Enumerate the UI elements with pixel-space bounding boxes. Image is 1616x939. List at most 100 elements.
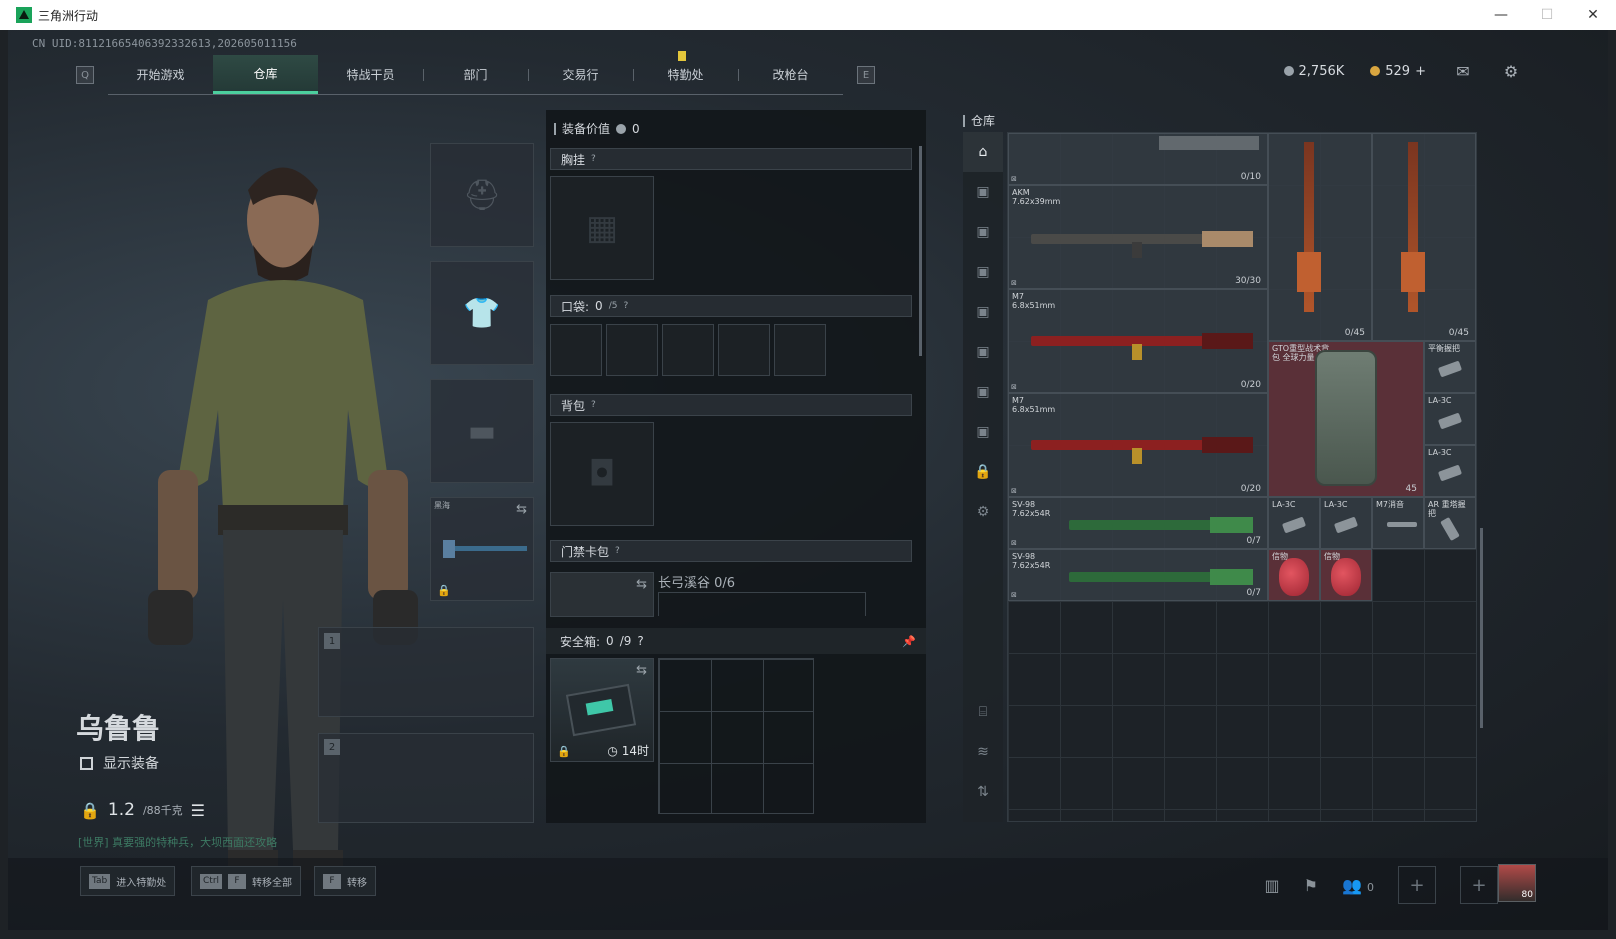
- keycard-case-slot[interactable]: ⇆: [550, 572, 654, 617]
- tab-trading[interactable]: 交易行: [528, 55, 633, 94]
- tab-gunsmith[interactable]: 改枪台: [738, 55, 843, 94]
- ar-grip-item[interactable]: AR 重塔握把: [1424, 497, 1476, 549]
- next-tab-key[interactable]: E: [857, 66, 875, 84]
- primary-weapon-slot-1[interactable]: 1: [318, 627, 534, 717]
- tab-operators[interactable]: 特战干员: [318, 55, 423, 94]
- silver-currency: 2,756K: [1283, 64, 1344, 79]
- backpack-slot[interactable]: ◘: [550, 422, 654, 526]
- la3c-item[interactable]: LA-3C: [1424, 445, 1476, 497]
- warehouse-page-2-icon[interactable]: ▣: [963, 212, 1003, 252]
- add-teammate-button[interactable]: +: [1398, 866, 1436, 904]
- pin-icon[interactable]: 📌: [902, 635, 916, 648]
- armor-slot[interactable]: 👕: [430, 261, 534, 365]
- pistol-slot[interactable]: ▬: [430, 379, 534, 483]
- sv98-item[interactable]: SV-98 7.62x54R ⊠ 0/7: [1008, 549, 1268, 601]
- mail-icon[interactable]: ✉: [1452, 62, 1474, 81]
- la3c-item[interactable]: LA-3C: [1268, 497, 1320, 549]
- pocket-slot[interactable]: [718, 324, 770, 376]
- help-icon[interactable]: ?: [637, 634, 643, 648]
- help-icon[interactable]: ?: [591, 154, 596, 164]
- key-ctrl: Ctrl: [200, 873, 223, 889]
- transfer-hint[interactable]: F 转移: [314, 866, 376, 896]
- tab-start-game[interactable]: 开始游戏: [108, 55, 213, 94]
- prev-tab-key[interactable]: Q: [76, 66, 94, 84]
- primary-weapon-slot-2[interactable]: 2: [318, 733, 534, 823]
- safe-box-grid[interactable]: [658, 658, 814, 814]
- grip-item[interactable]: 平衡握把: [1424, 341, 1476, 393]
- friends-icon[interactable]: 👥 0: [1342, 876, 1374, 895]
- help-icon[interactable]: ?: [591, 400, 596, 410]
- sv98-item[interactable]: SV-98 7.62x54R ⊠ 0/7: [1008, 497, 1268, 549]
- rifle-icon: [1289, 142, 1329, 322]
- world-chat-line[interactable]: [世界] 真要强的特种兵，大坝西面还攻略: [78, 834, 277, 850]
- help-icon[interactable]: ?: [615, 546, 620, 556]
- swap-icon[interactable]: ⇆: [636, 663, 647, 678]
- m7-suppressor-item[interactable]: M7消音: [1372, 497, 1424, 549]
- stats-chart-icon[interactable]: ▥: [1265, 876, 1280, 895]
- token-mask-item[interactable]: 信物: [1320, 549, 1372, 601]
- add-gold-button[interactable]: +: [1415, 64, 1426, 79]
- warehouse-scrollbar[interactable]: [1480, 528, 1483, 728]
- warehouse-settings-icon[interactable]: ⚙: [963, 492, 1003, 532]
- settings-gear-icon[interactable]: ⚙: [1500, 62, 1522, 81]
- warehouse-page-3-icon[interactable]: ▣: [963, 252, 1003, 292]
- warehouse-page-4-icon[interactable]: ▣: [963, 292, 1003, 332]
- swap-icon[interactable]: ⇆: [636, 577, 647, 592]
- flag-icon[interactable]: ⚑: [1304, 876, 1318, 895]
- m7-item[interactable]: M7 6.8x51mm ⊠ 0/20: [1008, 393, 1268, 497]
- gto-backpack-item[interactable]: GTO重型战术背包 全球力量 45: [1268, 341, 1424, 497]
- helmet-slot[interactable]: ⛑: [430, 143, 534, 247]
- list-icon[interactable]: ☰: [191, 801, 205, 820]
- player-avatar[interactable]: 80: [1498, 864, 1536, 902]
- enter-special-ops-hint[interactable]: Tab 进入特勤处: [80, 866, 176, 896]
- rifle-item[interactable]: ⊠ 0/10: [1008, 133, 1268, 185]
- warehouse-grid[interactable]: ⊠ 0/10 AKM 7.62x39mm ⊠ 30/30 0/45 0/45 M7…: [1007, 132, 1477, 822]
- item-name: M7消音: [1376, 500, 1404, 509]
- m7-label: M7 6.8x51mm: [1012, 396, 1055, 414]
- warehouse-all-tab-icon[interactable]: ⌂: [963, 132, 1003, 172]
- help-icon[interactable]: ?: [623, 301, 628, 311]
- transfer-all-hint[interactable]: Ctrl F 转移全部: [191, 866, 302, 896]
- item-tag-icon: ⊠: [1011, 175, 1017, 183]
- minimize-button[interactable]: —: [1478, 0, 1524, 30]
- pocket-slot[interactable]: [662, 324, 714, 376]
- warehouse-page-7-icon[interactable]: ▣: [963, 412, 1003, 452]
- warehouse-sort-icon[interactable]: ⇅: [963, 772, 1003, 812]
- laser-icon: [1437, 412, 1463, 430]
- gear-scrollbar[interactable]: [919, 146, 922, 356]
- safe-box-item[interactable]: ⇆ 🔒 ◷ 14时: [550, 658, 654, 762]
- tab-warehouse[interactable]: 仓库: [213, 55, 318, 94]
- add-teammate-button[interactable]: +: [1460, 866, 1498, 904]
- pocket-slot[interactable]: [606, 324, 658, 376]
- show-equipment-checkbox[interactable]: [80, 756, 93, 770]
- la3c-item[interactable]: LA-3C: [1320, 497, 1372, 549]
- warehouse-page-5-icon[interactable]: ▣: [963, 332, 1003, 372]
- top-right-bar: 2,756K 529 + ✉ ⚙: [1283, 62, 1522, 81]
- m7-item[interactable]: M7 6.8x51mm ⊠ 0/20: [1008, 289, 1268, 393]
- vertical-rifle-item[interactable]: 0/45: [1268, 133, 1372, 341]
- weight-capacity: 🔒 1.2/88千克 ☰: [80, 800, 205, 820]
- show-equipment-toggle[interactable]: 显示装备: [80, 753, 159, 773]
- gold-currency[interactable]: 529 +: [1370, 64, 1426, 79]
- item-name: LA-3C: [1428, 448, 1452, 457]
- vertical-rifle-item[interactable]: 0/45: [1372, 133, 1476, 341]
- melee-slot[interactable]: 黑海 ⇆ 🔒: [430, 497, 534, 601]
- maximize-button[interactable]: ☐: [1524, 0, 1570, 30]
- vest-icon: ▦: [585, 208, 619, 248]
- swap-icon[interactable]: ⇆: [516, 502, 527, 517]
- chest-rig-slot[interactable]: ▦: [550, 176, 654, 280]
- warehouse-stack-icon[interactable]: ≋: [963, 732, 1003, 772]
- token-mask-item[interactable]: 信物: [1268, 549, 1320, 601]
- warehouse-page-6-icon[interactable]: ▣: [963, 372, 1003, 412]
- pocket-slot[interactable]: [550, 324, 602, 376]
- laser-icon: [1281, 516, 1307, 534]
- tab-department[interactable]: 部门: [423, 55, 528, 94]
- tab-special-ops[interactable]: 特勤处: [633, 51, 738, 94]
- warehouse-page-1-icon[interactable]: ▣: [963, 172, 1003, 212]
- close-button[interactable]: ✕: [1570, 0, 1616, 30]
- pocket-slot[interactable]: [774, 324, 826, 376]
- warehouse-locked-icon[interactable]: 🔒: [963, 452, 1003, 492]
- warehouse-filter-icon[interactable]: ⌸: [963, 692, 1003, 732]
- la3c-item[interactable]: LA-3C: [1424, 393, 1476, 445]
- akm-item[interactable]: AKM 7.62x39mm ⊠ 30/30: [1008, 185, 1268, 289]
